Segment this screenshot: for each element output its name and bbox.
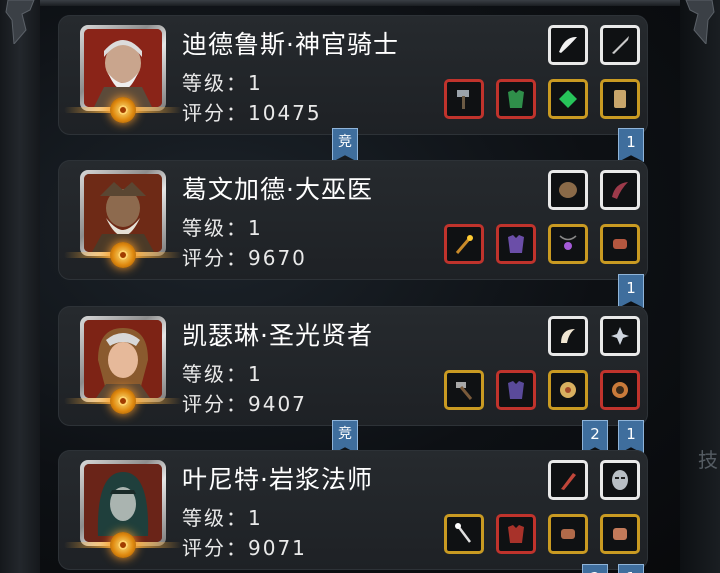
equip-slot-mask[interactable] [600,460,640,500]
count-tag: 1 [618,420,644,454]
rank-medal-icon [110,388,136,414]
armor-icon [508,525,524,543]
equip-slot-claw[interactable] [548,460,588,500]
equip-slot-weapon[interactable] [444,79,484,119]
equip-slot-weapon[interactable] [444,224,484,264]
equip-slot-armor[interactable] [496,514,536,554]
armor-icon [508,90,524,108]
equip-slot-weapon[interactable] [444,514,484,554]
hero-name: 叶尼特·岩浆法师 [182,465,373,494]
count-tag: 2 [582,420,608,454]
hero-card[interactable]: 迪德鲁斯·神官骑士 等级：1 评分：10475 [58,15,648,135]
equip-slot-shell[interactable] [548,170,588,210]
hero-name: 迪德鲁斯·神官骑士 [182,30,399,59]
hero-card[interactable]: 凯瑟琳·圣光贤者 等级：1 评分：9407 [58,306,648,426]
hero-portrait[interactable] [64,316,182,414]
count-tag: 1 [618,274,644,308]
competitive-tag: 竞 [332,128,358,162]
horn-icon [612,182,628,199]
bracer-icon [561,529,575,539]
hero-level: 等级：1 [182,216,263,240]
corner-ornament-icon [5,0,35,44]
equip-slot-amulet[interactable] [548,370,588,410]
feather-wing-icon [559,36,577,53]
equip-slot-dagger[interactable] [600,25,640,65]
bracer-icon [613,239,627,249]
count-tag: 2 [582,564,608,573]
hero-score: 评分：10475 [182,101,322,125]
hero-level: 等级：1 [182,506,263,530]
equip-slot-armor[interactable] [496,224,536,264]
mace-icon [456,382,473,400]
staff-icon [455,235,473,254]
equip-slot-horn[interactable] [548,316,588,356]
gauntlet-icon [613,528,627,540]
ring-icon [612,382,628,398]
equip-slot-ring[interactable] [600,370,640,410]
equip-slot-armor[interactable] [496,370,536,410]
equip-slot-gauntlet[interactable] [600,514,640,554]
gem-icon [559,90,577,108]
hero-portrait[interactable] [64,25,182,123]
wand-icon [455,523,471,543]
claw-icon [561,473,576,490]
equip-slot-weapon[interactable] [444,370,484,410]
top-frame [40,0,680,6]
amulet-icon [559,235,577,250]
hero-card[interactable]: 葛文加德·大巫医 等级：1 评分：9670 [58,160,648,280]
rank-medal-icon [110,242,136,268]
side-label: 技 [698,448,718,472]
hero-score: 评分：9071 [182,536,307,560]
equip-slot-bracer[interactable] [600,224,640,264]
count-tag: 1 [618,564,644,573]
hero-level: 等级：1 [182,362,263,386]
magma-mage-portrait-icon [84,464,162,542]
right-frame [680,0,720,573]
dagger-icon [612,36,629,54]
hero-name: 葛文加德·大巫医 [182,175,373,204]
crystal-icon [611,327,629,345]
left-frame [0,0,40,573]
competitive-tag: 竞 [332,420,358,454]
hero-ranking-screen: 技 迪德鲁斯·神官骑士 等级：1 评分：10475 竞 1 葛文加德·大巫医 等… [0,0,720,573]
sage-portrait-icon [84,320,162,398]
equip-slot-amulet[interactable] [548,224,588,264]
mask-icon [612,470,628,490]
rank-medal-icon [110,97,136,123]
equip-slot-wing[interactable] [548,25,588,65]
hero-card[interactable]: 叶尼特·岩浆法师 等级：1 评分：9071 [58,450,648,570]
equip-slot-bracer[interactable] [548,514,588,554]
equip-slot-crystal[interactable] [600,316,640,356]
horn-icon [561,329,575,343]
hammer-icon [457,90,469,109]
armor-icon [508,235,524,253]
corner-ornament-icon [685,0,715,44]
hero-name: 凯瑟琳·圣光贤者 [182,321,373,350]
scroll-icon [614,90,626,108]
equip-slot-armor[interactable] [496,79,536,119]
paladin-portrait-icon [84,29,162,107]
equip-slot-horn[interactable] [600,170,640,210]
hero-portrait[interactable] [64,460,182,558]
equip-slot-scroll[interactable] [600,79,640,119]
shell-icon [559,182,577,198]
hero-level: 等级：1 [182,71,263,95]
rank-medal-icon [110,532,136,558]
hero-score: 评分：9407 [182,392,307,416]
hero-score: 评分：9670 [182,246,307,270]
equip-slot-gem[interactable] [548,79,588,119]
armor-icon [508,381,524,399]
amulet-icon [560,382,576,398]
count-tag: 1 [618,128,644,162]
hero-portrait[interactable] [64,170,182,268]
witch-doctor-portrait-icon [84,174,162,252]
